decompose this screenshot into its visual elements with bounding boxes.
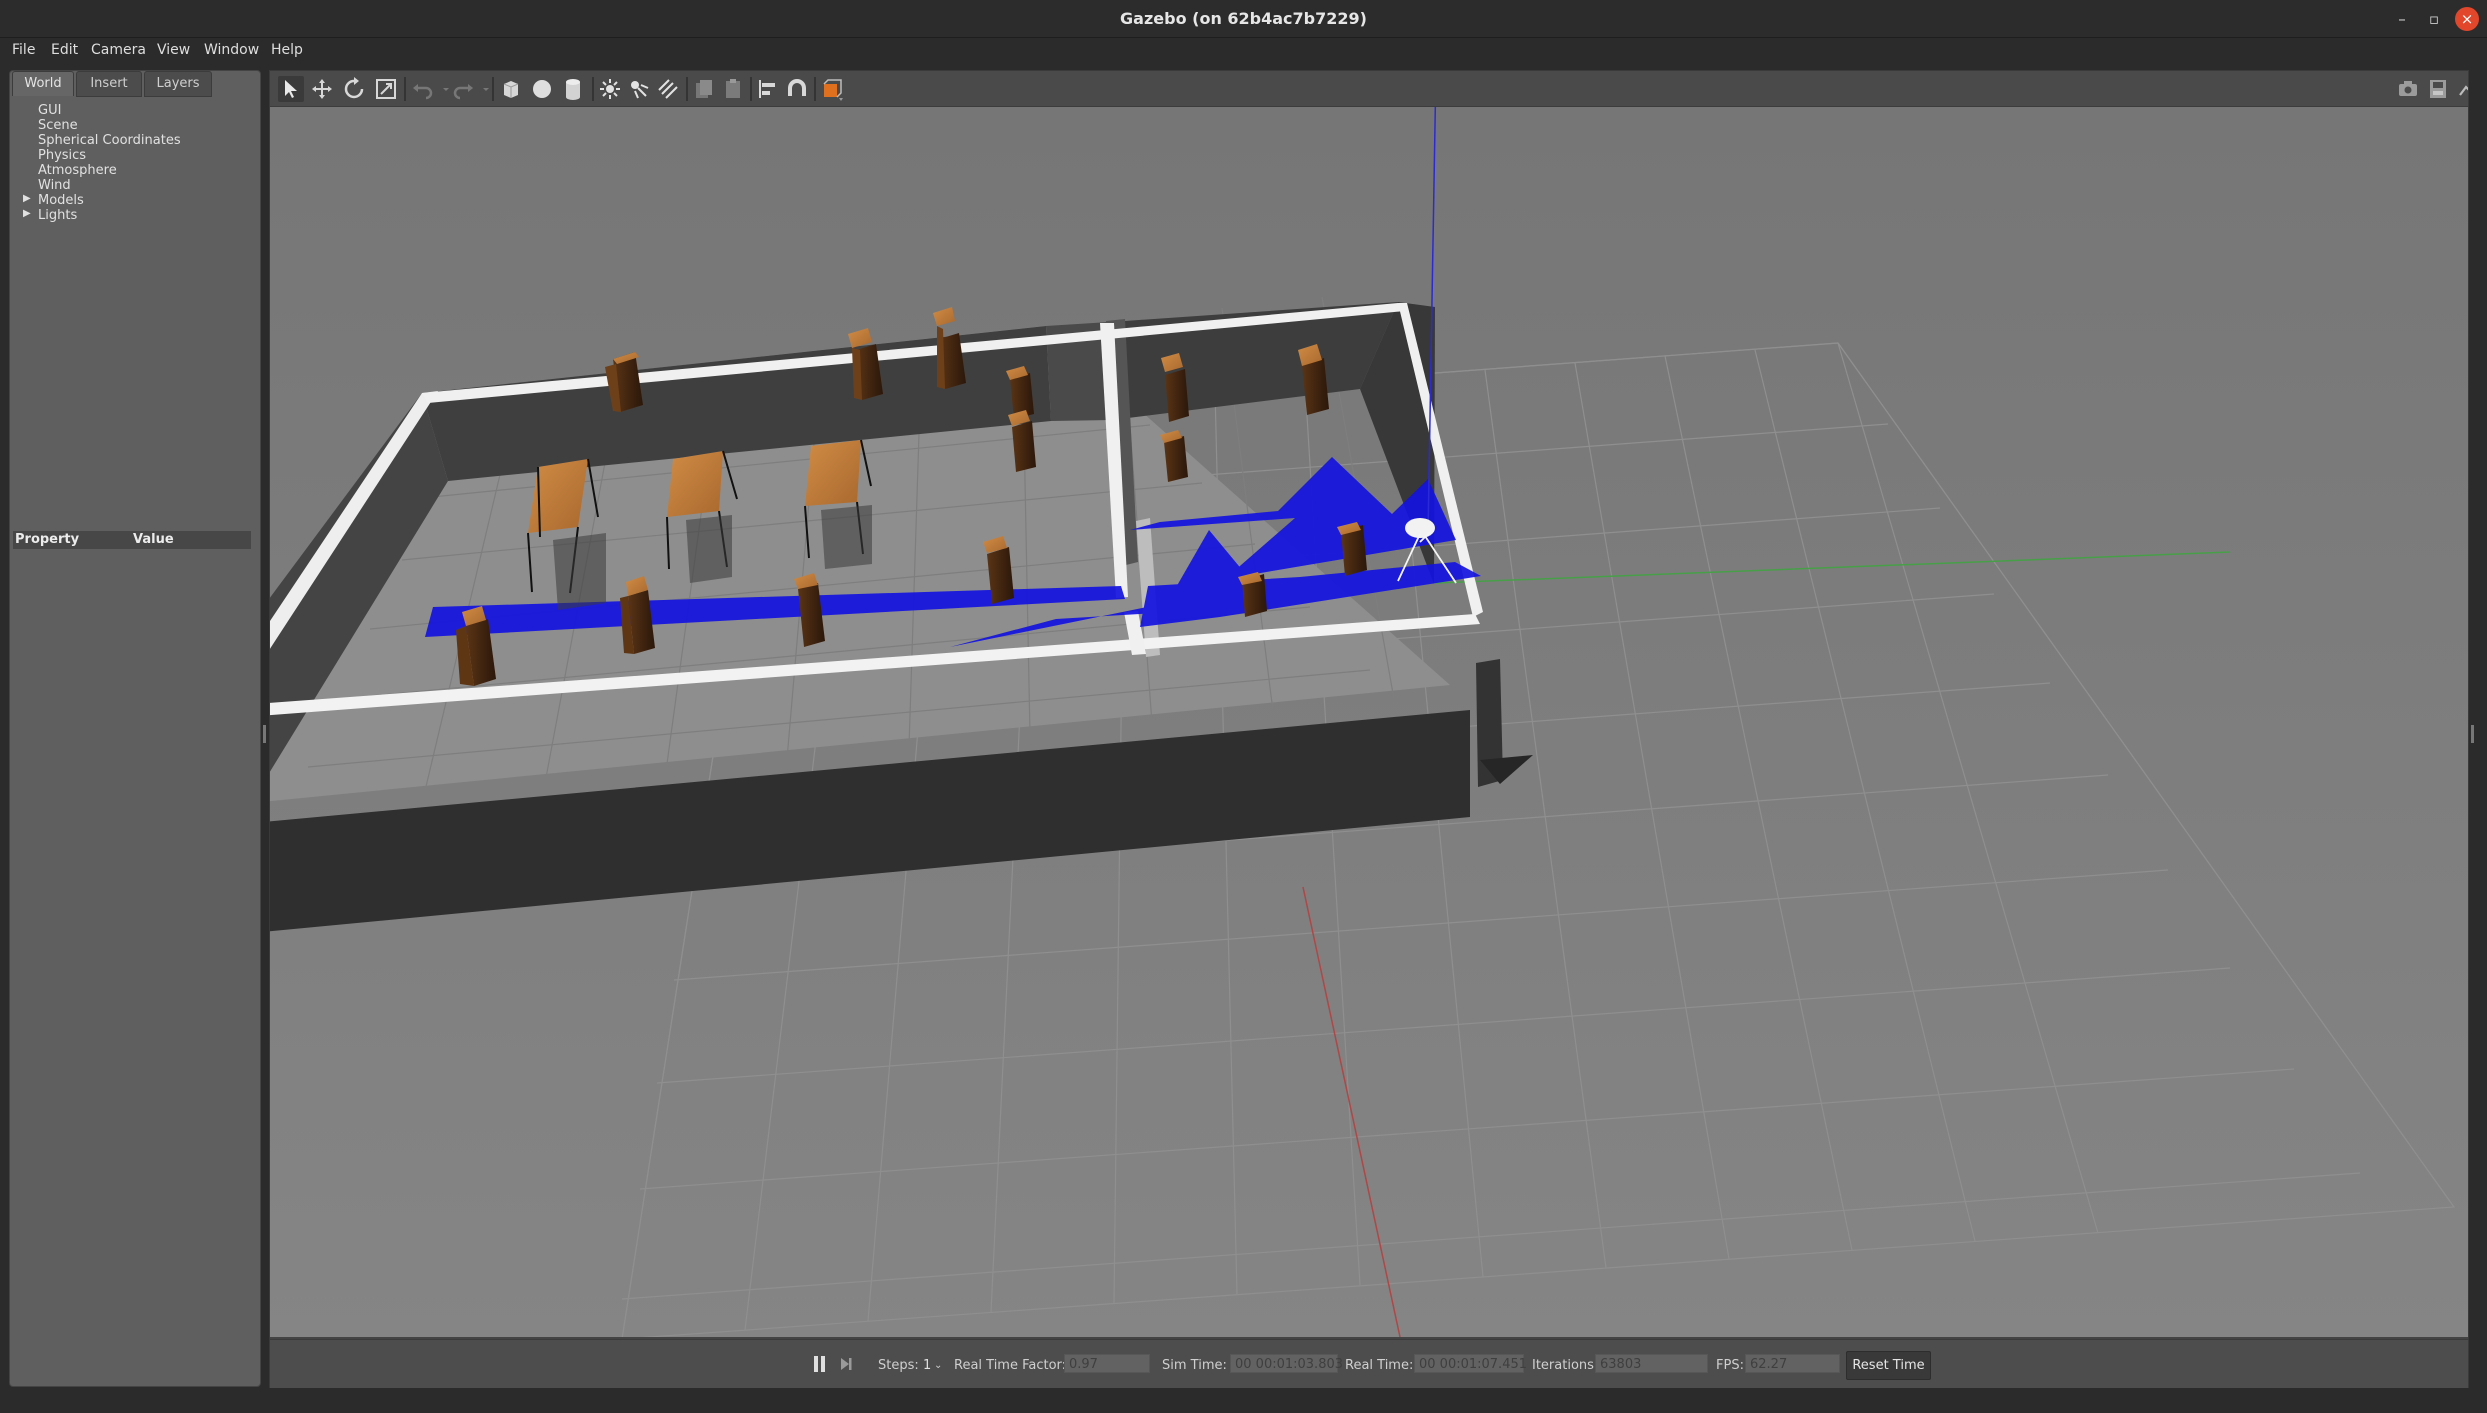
property-column-header: Property: [15, 532, 80, 547]
tab-layers[interactable]: Layers: [144, 71, 212, 97]
cylinder-icon[interactable]: [560, 76, 586, 102]
tree-item-scene[interactable]: Scene: [38, 118, 78, 133]
select-arrow-icon[interactable]: [278, 76, 304, 102]
real-time-label: Real Time:: [1345, 1358, 1414, 1373]
toolbar: [270, 71, 2468, 107]
menu-edit[interactable]: Edit: [51, 42, 78, 58]
undo-history-dropdown[interactable]: [433, 76, 449, 102]
scale-icon[interactable]: [373, 76, 399, 102]
expand-arrow-icon[interactable]: ▶: [23, 208, 31, 219]
spot-light-icon[interactable]: [626, 76, 652, 102]
value-column-header: Value: [133, 532, 174, 547]
iterations-label: Iterations:: [1532, 1358, 1599, 1373]
property-table-header: Property Value: [13, 531, 251, 549]
scene-render: [210, 66, 2468, 1340]
iterations-field: 63803: [1595, 1354, 1708, 1373]
tree-item-spherical-coordinates[interactable]: Spherical Coordinates: [38, 133, 181, 148]
pause-icon[interactable]: [813, 1356, 827, 1372]
redo-history-dropdown[interactable]: [473, 76, 489, 102]
tree-item-wind[interactable]: Wind: [38, 178, 71, 193]
render-viewport: Steps: 1 ⌄ Real Time Factor: 0.97 Sim Ti…: [210, 66, 2469, 1388]
right-splitter-handle[interactable]: [2471, 725, 2474, 743]
tree-item-gui[interactable]: GUI: [38, 103, 61, 118]
panel-splitter-handle[interactable]: [263, 725, 266, 743]
reset-time-button[interactable]: Reset Time: [1846, 1351, 1931, 1380]
tab-world[interactable]: World: [12, 71, 74, 96]
minimize-button[interactable]: –: [2391, 8, 2413, 30]
tree-item-atmosphere[interactable]: Atmosphere: [38, 163, 117, 178]
menu-bar: File Edit Camera View Window Help: [0, 38, 2487, 62]
copy-icon[interactable]: [691, 76, 717, 102]
time-panel: Steps: 1 ⌄ Real Time Factor: 0.97 Sim Ti…: [270, 1339, 2468, 1388]
menu-help[interactable]: Help: [271, 42, 303, 58]
paste-icon[interactable]: [720, 76, 746, 102]
left-panel: World Insert Layers GUI Scene Spherical …: [9, 70, 261, 1387]
translate-icon[interactable]: [309, 76, 335, 102]
menu-window[interactable]: Window: [204, 42, 259, 58]
sim-time-field: 00 00:01:03.803: [1230, 1354, 1343, 1373]
steps-label: Steps:: [878, 1358, 919, 1373]
directional-light-icon[interactable]: [655, 76, 681, 102]
sim-time-label: Sim Time:: [1162, 1358, 1227, 1373]
step-forward-icon[interactable]: [839, 1356, 853, 1372]
sphere-icon[interactable]: [529, 76, 555, 102]
window-title: Gazebo (on 62b4ac7b7229): [1120, 9, 1367, 28]
rotate-icon[interactable]: [341, 76, 367, 102]
screenshot-camera-icon[interactable]: [2395, 76, 2421, 102]
expand-arrow-icon[interactable]: ▶: [23, 193, 31, 204]
tree-item-physics[interactable]: Physics: [38, 148, 86, 163]
real-time-factor-field: 0.97: [1064, 1354, 1150, 1373]
point-light-icon[interactable]: [597, 76, 623, 102]
plot-icon[interactable]: [2457, 76, 2468, 102]
real-time-field: 00 00:01:07.451: [1414, 1354, 1527, 1373]
snap-magnet-icon[interactable]: [784, 76, 810, 102]
steps-spinner-icon[interactable]: ⌄: [934, 1360, 942, 1371]
scene-3d-view[interactable]: [210, 66, 2468, 1340]
menu-file[interactable]: File: [12, 42, 35, 58]
fps-field: 62.27: [1745, 1354, 1840, 1373]
menu-view[interactable]: View: [157, 42, 190, 58]
box-icon[interactable]: [498, 76, 524, 102]
fps-label: FPS:: [1716, 1358, 1744, 1373]
tree-item-models[interactable]: Models: [38, 193, 84, 208]
view-angle-icon[interactable]: [819, 76, 845, 102]
tree-item-lights[interactable]: Lights: [38, 208, 77, 223]
title-bar: Gazebo (on 62b4ac7b7229) – ▫ ×: [0, 0, 2487, 38]
steps-value[interactable]: 1: [923, 1358, 931, 1373]
close-button[interactable]: ×: [2455, 7, 2479, 31]
align-icon[interactable]: [755, 76, 781, 102]
maximize-button[interactable]: ▫: [2423, 8, 2445, 30]
menu-camera[interactable]: Camera: [91, 42, 146, 58]
log-icon[interactable]: [2425, 76, 2451, 102]
real-time-factor-label: Real Time Factor:: [954, 1358, 1067, 1373]
tab-insert[interactable]: Insert: [76, 71, 142, 97]
